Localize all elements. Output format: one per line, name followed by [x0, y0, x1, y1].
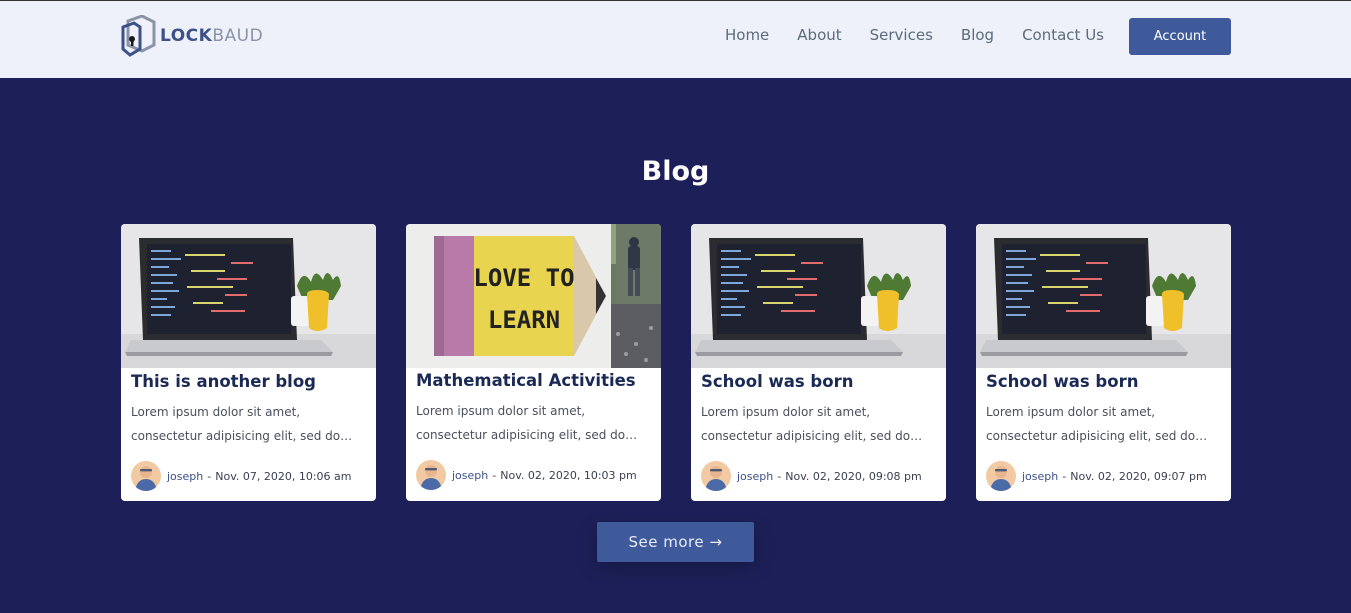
lockbaud-logo[interactable]: LOCKBAUD — [120, 15, 263, 57]
section-title: Blog — [641, 156, 710, 187]
nav-services[interactable]: Services — [870, 26, 933, 44]
card-meta: joseph - Nov. 07, 2020, 10:06 am — [131, 461, 351, 491]
blog-card[interactable]: This is another blog Lorem ipsum dolor s… — [121, 224, 376, 501]
card-excerpt: Lorem ipsum dolor sit amet, consectetur … — [416, 404, 626, 442]
card-author[interactable]: joseph — [737, 470, 773, 483]
card-date: Nov. 02, 2020, 09:07 pm — [1070, 469, 1207, 483]
meta-separator: - — [777, 469, 782, 483]
avatar — [131, 461, 161, 491]
card-excerpt: Lorem ipsum dolor sit amet, consectetur … — [131, 405, 341, 443]
card-meta: joseph - Nov. 02, 2020, 09:07 pm — [986, 461, 1207, 491]
lock-cube-icon — [121, 15, 156, 57]
nav-contact-us[interactable]: Contact Us — [1022, 26, 1104, 44]
nav-about[interactable]: About — [797, 26, 841, 44]
avatar — [986, 461, 1016, 491]
card-date: Nov. 02, 2020, 10:03 pm — [500, 468, 637, 482]
meta-separator: - — [207, 469, 212, 483]
card-title[interactable]: Mathematical Activities — [416, 371, 636, 390]
card-author[interactable]: joseph — [452, 469, 488, 482]
blog-card[interactable]: School was born Lorem ipsum dolor sit am… — [691, 224, 946, 501]
blog-card[interactable]: LOVE TO LEARN Mathematical Activities Lo… — [406, 224, 661, 501]
laptop-code-image — [121, 224, 376, 368]
card-excerpt: Lorem ipsum dolor sit amet, consectetur … — [986, 405, 1196, 443]
card-author[interactable]: joseph — [1022, 470, 1058, 483]
meta-separator: - — [1062, 469, 1067, 483]
nav-home[interactable]: Home — [725, 26, 769, 44]
avatar — [416, 460, 446, 490]
navbar: LOCKBAUD Home About Services Blog Contac… — [0, 0, 1351, 78]
love-sign-line2: LEARN — [488, 306, 560, 334]
blog-card[interactable]: School was born Lorem ipsum dolor sit am… — [976, 224, 1231, 501]
card-title[interactable]: School was born — [986, 372, 1138, 391]
blog-card-list: This is another blog Lorem ipsum dolor s… — [121, 224, 1231, 501]
card-excerpt: Lorem ipsum dolor sit amet, consectetur … — [701, 405, 911, 443]
card-author[interactable]: joseph — [167, 470, 203, 483]
love-to-learn-image: LOVE TO LEARN — [406, 224, 661, 368]
card-meta: joseph - Nov. 02, 2020, 09:08 pm — [701, 461, 922, 491]
meta-separator: - — [492, 468, 497, 482]
card-date: Nov. 02, 2020, 09:08 pm — [785, 469, 922, 483]
see-more-button[interactable]: See more → — [597, 522, 754, 562]
card-date: Nov. 07, 2020, 10:06 am — [215, 469, 352, 483]
main-nav: Home About Services Blog Contact Us — [725, 26, 1104, 44]
laptop-code-image — [691, 224, 946, 368]
account-button[interactable]: Account — [1129, 18, 1231, 55]
card-title[interactable]: This is another blog — [131, 372, 316, 391]
love-sign-line1: LOVE TO — [473, 264, 574, 292]
card-title[interactable]: School was born — [701, 372, 853, 391]
nav-blog[interactable]: Blog — [961, 26, 994, 44]
laptop-code-image — [976, 224, 1231, 368]
logo-text: LOCKBAUD — [160, 26, 264, 46]
card-meta: joseph - Nov. 02, 2020, 10:03 pm — [416, 460, 637, 490]
avatar — [701, 461, 731, 491]
